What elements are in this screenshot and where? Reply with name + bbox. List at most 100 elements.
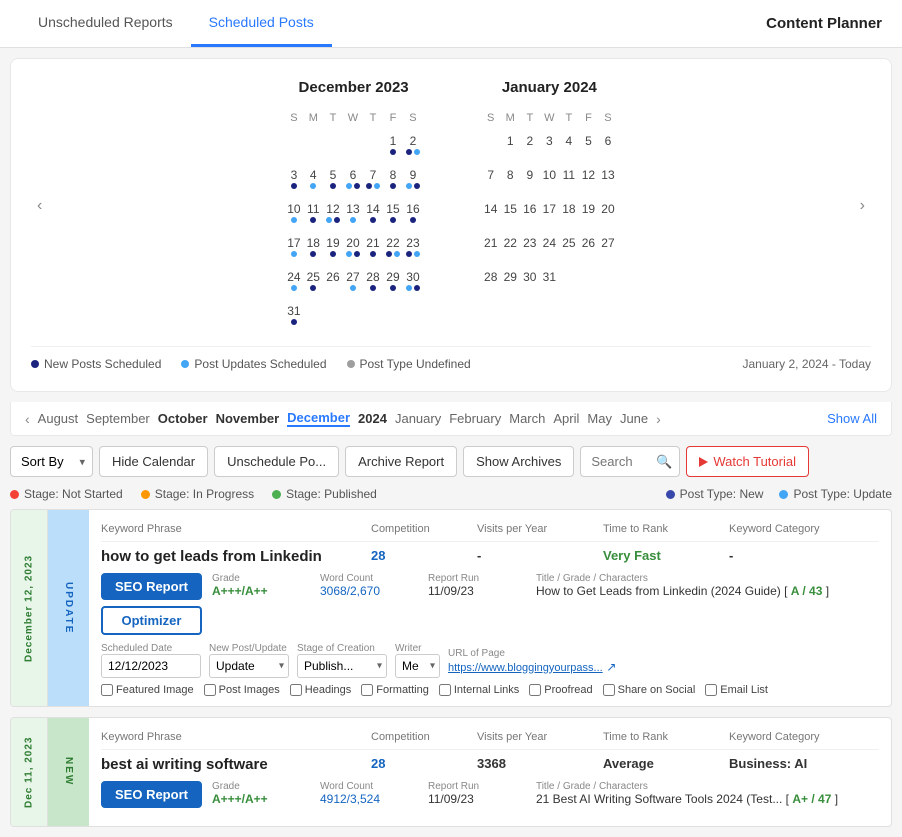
cal-day-jan-26[interactable]: 26 — [580, 232, 598, 264]
month-april[interactable]: April — [553, 411, 579, 426]
cal-day-jan-27[interactable]: 27 — [599, 232, 617, 264]
cal-day-dec-1[interactable]: 1 — [384, 130, 402, 162]
external-link-icon-1[interactable]: ↗ — [606, 660, 616, 674]
cal-day-dec-5[interactable]: 5 — [324, 164, 342, 196]
cb-formatting-1[interactable]: Formatting — [361, 684, 429, 696]
prev-arrow[interactable]: ‹ — [31, 197, 48, 215]
cb-headings-1[interactable]: Headings — [290, 684, 351, 696]
cal-day-jan-30[interactable]: 30 — [521, 266, 539, 298]
cal-day-jan-9[interactable]: 9 — [521, 164, 539, 196]
month-october[interactable]: October — [158, 411, 208, 426]
cal-day-jan-6[interactable]: 6 — [599, 130, 617, 162]
month-june[interactable]: June — [620, 411, 648, 426]
watch-tutorial-button[interactable]: Watch Tutorial — [686, 446, 809, 477]
cal-day-jan-28[interactable]: 28 — [482, 266, 500, 298]
month-next-arrow[interactable]: › — [656, 411, 661, 427]
cal-day-dec-18[interactable]: 18 — [305, 232, 322, 264]
month-march[interactable]: March — [509, 411, 545, 426]
url-link-1[interactable]: https://www.bloggingyourpass... — [448, 662, 603, 674]
cal-day-jan-24[interactable]: 24 — [541, 232, 559, 264]
cal-day-dec-26[interactable]: 26 — [324, 266, 342, 298]
cal-day-dec-16[interactable]: 16 — [404, 198, 422, 230]
cal-day-dec-12[interactable]: 12 — [324, 198, 342, 230]
writer-select-1[interactable]: Me — [395, 654, 440, 678]
cal-day-jan-18[interactable]: 18 — [560, 198, 578, 230]
cal-day-jan-16[interactable]: 16 — [521, 198, 539, 230]
cal-day-jan-19[interactable]: 19 — [580, 198, 598, 230]
cal-day-dec-3[interactable]: 3 — [285, 164, 302, 196]
cal-day-dec-29[interactable]: 29 — [384, 266, 402, 298]
cal-day-jan-8[interactable]: 8 — [501, 164, 519, 196]
cal-day-jan-20[interactable]: 20 — [599, 198, 617, 230]
cal-day-dec-7[interactable]: 7 — [364, 164, 382, 196]
cal-day-jan-13[interactable]: 13 — [599, 164, 617, 196]
cb-email-list-1[interactable]: Email List — [705, 684, 768, 696]
cb-proofread-1[interactable]: Proofread — [529, 684, 592, 696]
cal-day-jan-14[interactable]: 14 — [482, 198, 500, 230]
month-february[interactable]: February — [449, 411, 501, 426]
cb-share-social-1[interactable]: Share on Social — [603, 684, 696, 696]
cb-post-images-1[interactable]: Post Images — [204, 684, 280, 696]
cal-day-dec-27[interactable]: 27 — [344, 266, 362, 298]
cal-day-jan-31[interactable]: 31 — [541, 266, 559, 298]
scheduled-date-input-1[interactable] — [101, 654, 201, 678]
cal-day-dec-30[interactable]: 30 — [404, 266, 422, 298]
tab-scheduled[interactable]: Scheduled Posts — [191, 0, 332, 47]
cal-day-jan-5[interactable]: 5 — [580, 130, 598, 162]
show-archives-button[interactable]: Show Archives — [463, 446, 574, 477]
cal-day-dec-21[interactable]: 21 — [364, 232, 382, 264]
cal-day-jan-29[interactable]: 29 — [501, 266, 519, 298]
cal-day-jan-21[interactable]: 21 — [482, 232, 500, 264]
month-january[interactable]: January — [395, 411, 441, 426]
cal-day-jan-10[interactable]: 10 — [541, 164, 559, 196]
month-december[interactable]: December — [287, 410, 350, 427]
show-all-button[interactable]: Show All — [827, 411, 877, 426]
cal-day-jan-22[interactable]: 22 — [501, 232, 519, 264]
optimizer-button-1[interactable]: Optimizer — [101, 606, 202, 635]
cal-day-dec-22[interactable]: 22 — [384, 232, 402, 264]
seo-report-button-2[interactable]: SEO Report — [101, 781, 202, 808]
cal-day-jan-12[interactable]: 12 — [580, 164, 598, 196]
cal-day-dec-4[interactable]: 4 — [305, 164, 322, 196]
month-prev-arrow[interactable]: ‹ — [25, 411, 30, 427]
month-november[interactable]: November — [216, 411, 280, 426]
new-post-select-1[interactable]: Update New Post — [209, 654, 289, 678]
cal-day-dec-23[interactable]: 23 — [404, 232, 422, 264]
hide-calendar-button[interactable]: Hide Calendar — [99, 446, 208, 477]
cal-day-jan-23[interactable]: 23 — [521, 232, 539, 264]
month-may[interactable]: May — [587, 411, 612, 426]
cal-day-jan-25[interactable]: 25 — [560, 232, 578, 264]
cal-day-dec-17[interactable]: 17 — [285, 232, 302, 264]
tab-unscheduled[interactable]: Unscheduled Reports — [20, 0, 191, 47]
cal-day-dec-25[interactable]: 25 — [305, 266, 322, 298]
stage-creation-select-1[interactable]: Publish... Not Started In Progress — [297, 654, 387, 678]
cal-day-jan-1[interactable]: 1 — [501, 130, 519, 162]
month-august[interactable]: August — [38, 411, 78, 426]
cal-day-dec-9[interactable]: 9 — [404, 164, 422, 196]
cal-day-dec-6[interactable]: 6 — [344, 164, 362, 196]
cal-day-dec-24[interactable]: 24 — [285, 266, 302, 298]
sort-by-select[interactable]: Sort By — [10, 446, 93, 477]
cal-day-dec-2[interactable]: 2 — [404, 130, 422, 162]
archive-report-button[interactable]: Archive Report — [345, 446, 457, 477]
cal-day-dec-10[interactable]: 10 — [285, 198, 302, 230]
cal-day-dec-31[interactable]: 31 — [285, 300, 302, 332]
cal-day-jan-11[interactable]: 11 — [560, 164, 578, 196]
cal-day-jan-3[interactable]: 3 — [541, 130, 559, 162]
cal-day-dec-14[interactable]: 14 — [364, 198, 382, 230]
cal-day-dec-28[interactable]: 28 — [364, 266, 382, 298]
cal-day-jan-15[interactable]: 15 — [501, 198, 519, 230]
cal-day-jan-2[interactable]: 2 — [521, 130, 539, 162]
cal-day-jan-7[interactable]: 7 — [482, 164, 500, 196]
cal-day-dec-8[interactable]: 8 — [384, 164, 402, 196]
cal-day-dec-13[interactable]: 13 — [344, 198, 362, 230]
next-arrow[interactable]: › — [854, 197, 871, 215]
cal-day-jan-17[interactable]: 17 — [541, 198, 559, 230]
cal-day-dec-11[interactable]: 11 — [305, 198, 322, 230]
unschedule-post-button[interactable]: Unschedule Po... — [214, 446, 339, 477]
cb-internal-links-1[interactable]: Internal Links — [439, 684, 519, 696]
month-september[interactable]: September — [86, 411, 150, 426]
cal-day-dec-19[interactable]: 19 — [324, 232, 342, 264]
cb-featured-image-1[interactable]: Featured Image — [101, 684, 194, 696]
seo-report-button-1[interactable]: SEO Report — [101, 573, 202, 600]
